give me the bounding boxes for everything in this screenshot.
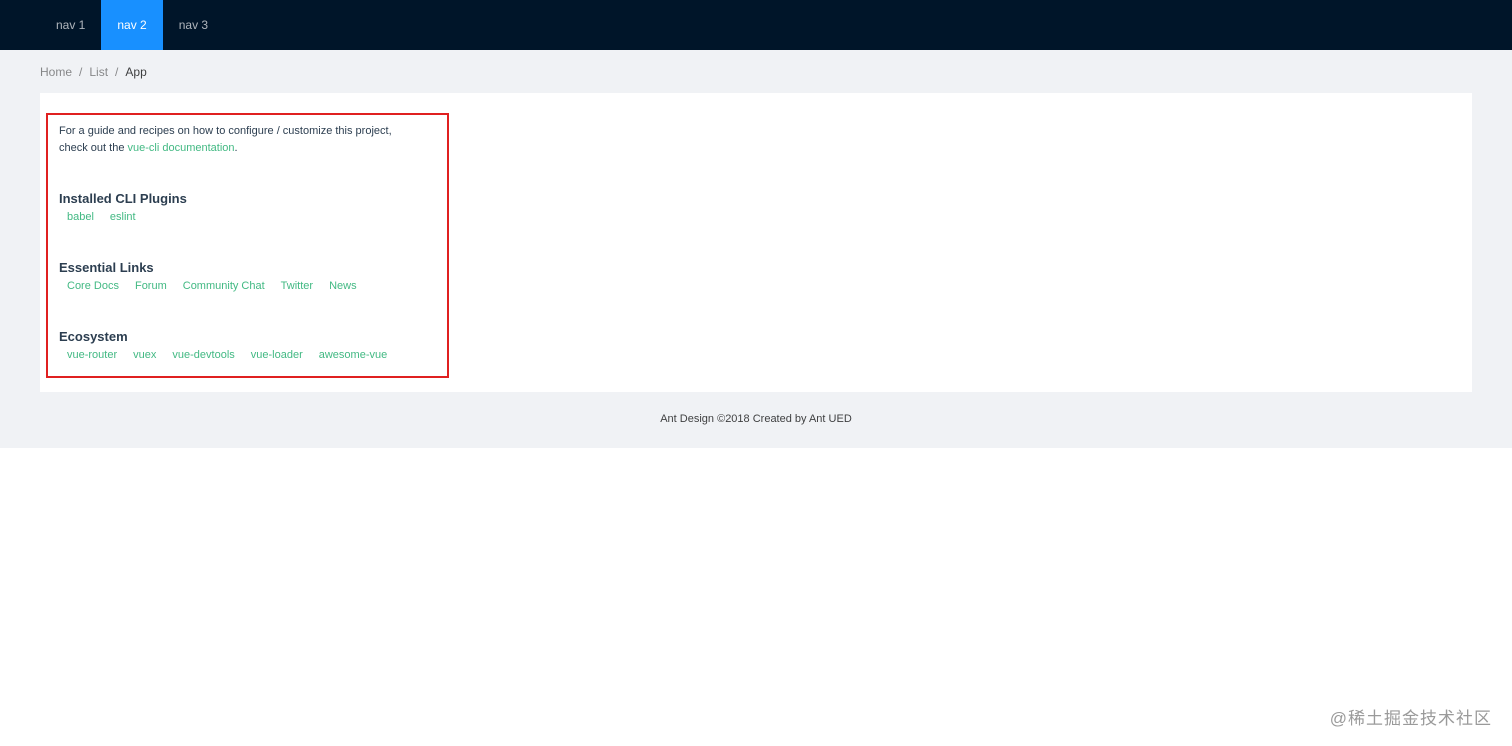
main-layout: Home / List / App For a guide and recipe…	[0, 50, 1512, 448]
link-core-docs[interactable]: Core Docs	[67, 280, 119, 292]
link-vue-devtools[interactable]: vue-devtools	[172, 349, 234, 361]
link-forum[interactable]: Forum	[135, 280, 167, 292]
vue-cli-docs-link[interactable]: vue-cli documentation	[128, 142, 235, 154]
essential-links: Core Docs Forum Community Chat Twitter N…	[67, 280, 373, 292]
section-title-ecosystem: Ecosystem	[59, 329, 128, 344]
link-community-chat[interactable]: Community Chat	[183, 280, 265, 292]
link-awesome-vue[interactable]: awesome-vue	[319, 349, 387, 361]
link-babel[interactable]: babel	[67, 211, 94, 223]
link-vue-router[interactable]: vue-router	[67, 349, 117, 361]
breadcrumb-list[interactable]: List	[89, 65, 108, 79]
link-news[interactable]: News	[329, 280, 357, 292]
ecosystem-links: vue-router vuex vue-devtools vue-loader …	[67, 349, 403, 361]
section-title-essential-links: Essential Links	[59, 260, 154, 275]
breadcrumb-separator: /	[79, 65, 83, 79]
footer-text: Ant Design ©2018 Created by Ant UED	[660, 413, 852, 425]
nav-item-2[interactable]: nav 2	[101, 0, 163, 50]
nav-item-1[interactable]: nav 1	[40, 0, 101, 50]
breadcrumb-separator: /	[115, 65, 119, 79]
breadcrumb-home[interactable]: Home	[40, 65, 72, 79]
link-vuex[interactable]: vuex	[133, 349, 156, 361]
top-header: nav 1 nav 2 nav 3	[0, 0, 1512, 50]
watermark: @稀土掘金技术社区	[1329, 709, 1492, 728]
content-card: For a guide and recipes on how to config…	[40, 93, 1472, 392]
top-nav-menu: nav 1 nav 2 nav 3	[40, 0, 224, 50]
intro-text: For a guide and recipes on how to config…	[59, 123, 392, 157]
intro-prefix: check out the	[59, 142, 128, 154]
plugins-links: babel eslint	[67, 211, 152, 223]
nav-item-3[interactable]: nav 3	[163, 0, 224, 50]
breadcrumb-current: App	[125, 65, 147, 79]
breadcrumb: Home / List / App	[40, 65, 147, 79]
link-twitter[interactable]: Twitter	[281, 280, 313, 292]
intro-suffix: .	[234, 142, 238, 154]
link-vue-loader[interactable]: vue-loader	[251, 349, 303, 361]
intro-line-1: For a guide and recipes on how to config…	[59, 125, 392, 137]
hello-world-component: For a guide and recipes on how to config…	[46, 113, 449, 378]
link-eslint[interactable]: eslint	[110, 211, 136, 223]
section-title-plugins: Installed CLI Plugins	[59, 191, 187, 206]
